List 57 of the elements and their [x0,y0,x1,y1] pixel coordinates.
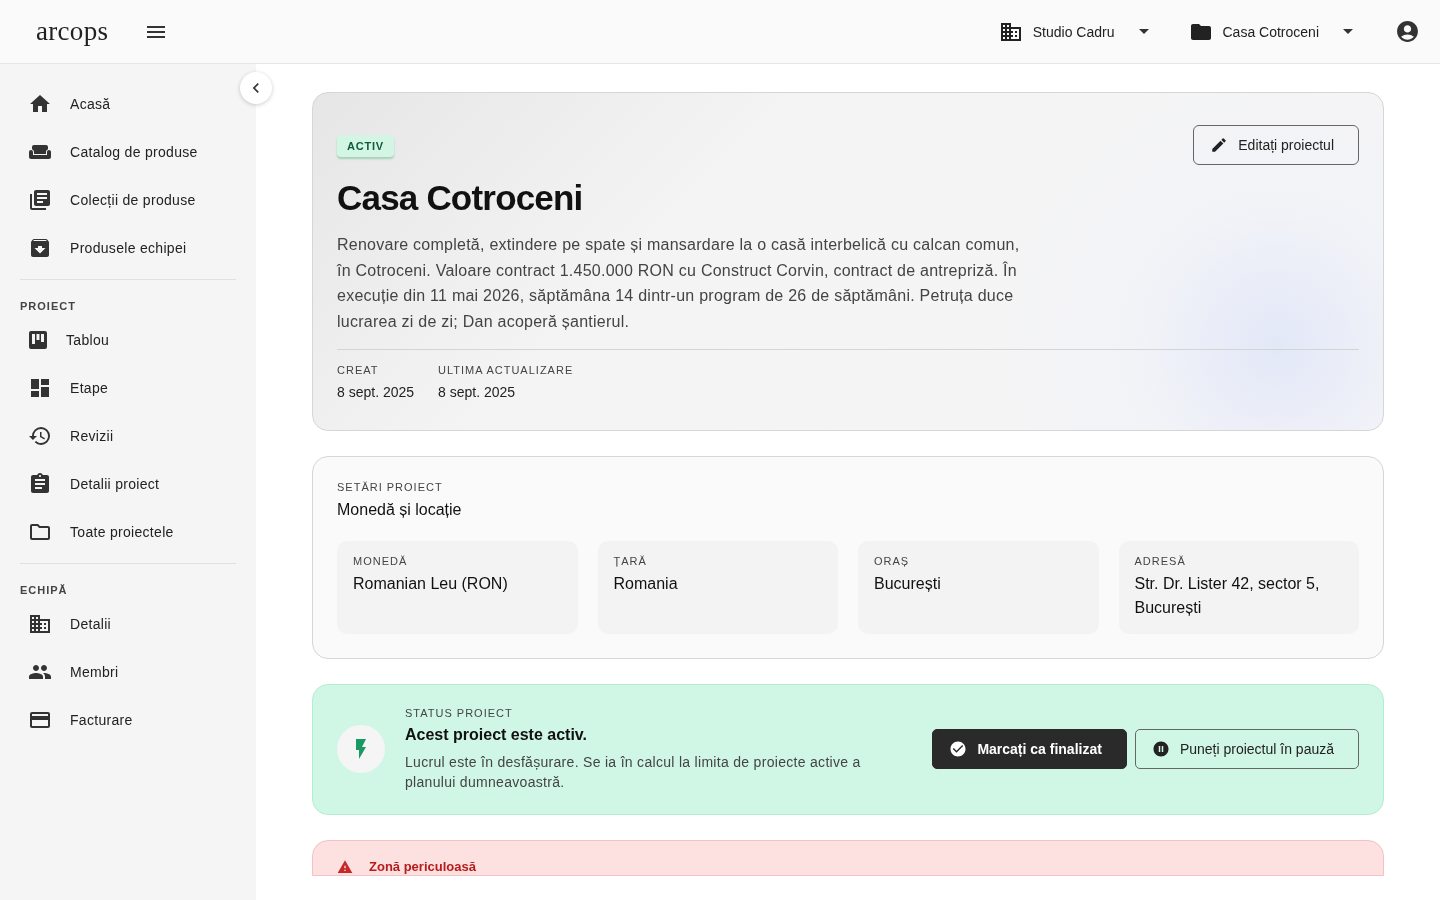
check-icon [949,740,968,759]
field-value: Str. Dr. Lister 42, sector 5, București [1134,573,1321,618]
edit-button[interactable]: Editați proiectul [1193,125,1359,165]
dashboard-icon [28,376,52,400]
section-label: STATUS PROIECT [405,706,514,719]
pause-icon [1151,740,1170,759]
account-button[interactable] [1395,19,1420,44]
field-label: MONEDĂ [353,554,409,567]
meta-value: 8 sept. 2025 [438,383,517,400]
field-value: Romanian Leu (RON) [353,573,509,594]
nav-item[interactable]: Acasă [20,80,236,128]
building-icon [28,612,52,636]
field-value: Romania [613,573,679,594]
section-heading: ECHIPĂ [20,584,69,596]
board-icon [28,330,48,350]
status-title: Acest proiect este activ. [405,725,588,744]
warning-icon [337,858,353,875]
bolt-icon [337,725,385,774]
nav-item[interactable]: Catalog de produse [20,128,236,176]
workspace-picker[interactable]: Studio Cadru [998,19,1149,44]
clipboard-icon [28,472,52,496]
history-icon [28,424,52,448]
field-label: ȚARĂ [613,554,648,567]
nav-item[interactable]: Membri [20,648,236,696]
section-label: SETĂRI PROIECT [337,480,444,493]
field-label: ADRESĂ [1134,554,1187,567]
caret-icon [1343,29,1353,34]
section-title: Monedă și locație [337,500,463,519]
field-label: ORAȘ [874,554,911,567]
status-text: Lucrul este în desfășurare. Se ia în calcul la limita de proiecte active a planului dumneavoastră. [405,752,862,792]
complete-button[interactable]: Marcați ca finalizat [932,729,1127,770]
nav-item[interactable]: Facturare [20,696,236,744]
meta-value: 8 sept. 2025 [337,383,415,400]
project-picker[interactable]: Casa Cotroceni [1188,19,1353,44]
status-badge: ACTIV [337,135,394,157]
meta-label: ULTIMA ACTUALIZARE [438,363,574,376]
meta-label: CREAT [337,363,380,376]
nav-item[interactable]: Produsele echipei [20,224,236,272]
project-title: Casa Cotroceni [337,178,584,218]
section-heading: PROIECT [20,300,77,312]
pause-button[interactable]: Puneți proiectul în pauză [1134,729,1359,770]
logo: arcops [36,16,109,47]
caret-icon [1138,29,1149,34]
nav-item[interactable]: Etape [20,364,236,412]
books-icon [28,188,52,212]
project-description: Renovare completă, extindere pe spate și mansardare la o casă interbelică cu calcan comun, în Cotroceni. Valoare contract 1.450.000 RON cu Construct Corvin, contract de antrepriză. În execuție din 11 mai 2026, săptămâna 14 dintr-un program de 26 de săptămâni. Petruța duce lucrarea zi de zi; Dan acoperă șantierul. [337,235,1021,333]
nav-item[interactable]: Colecții de produse [20,176,236,224]
archive-icon [28,236,52,260]
nav-item[interactable]: Tablou [20,316,236,364]
nav-item[interactable]: Toate proiectele [20,508,236,556]
nav-item[interactable]: Detalii [20,600,236,648]
danger-title: Zonă periculoasă [369,859,476,875]
nav-item[interactable]: Revizii [20,412,236,460]
nav-item[interactable]: Detalii proiect [20,460,236,508]
pencil-icon [1210,136,1229,154]
collapse-button[interactable] [240,72,272,104]
field-value: București [874,573,942,594]
